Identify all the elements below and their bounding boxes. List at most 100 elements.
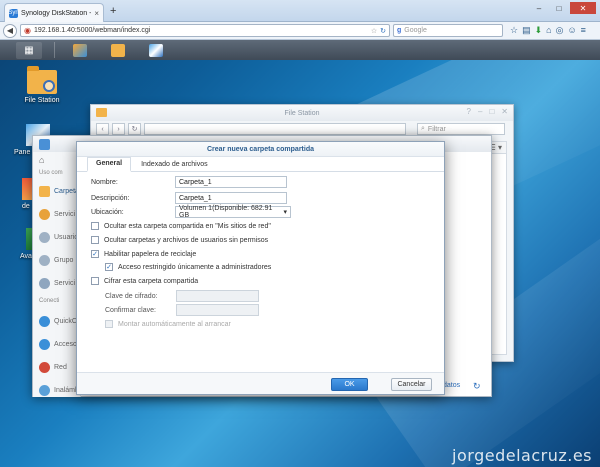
encrypt-row[interactable]: Cifrar esta carpeta compartida (91, 277, 198, 285)
recycle-bin-checkbox[interactable]: ✓ (91, 250, 99, 258)
folder-icon (96, 108, 107, 117)
desktop-icon-file-station[interactable]: File Station (20, 66, 64, 104)
close-icon[interactable]: ✕ (501, 107, 508, 116)
dialog-footer: OK Cancelar (77, 372, 444, 394)
auto-mount-checkbox[interactable] (105, 320, 113, 328)
search-placeholder: Google (404, 27, 427, 34)
watermark: jorgedelacruz.es (452, 446, 592, 465)
main-menu-grid-icon[interactable]: ▦ (16, 41, 42, 59)
encrypt-label: Cifrar esta carpeta compartida (104, 277, 199, 285)
control-panel-sidebar: ⌂ Uso com Carpeta Servici Usuario Grupo … (33, 152, 90, 397)
folder-icon (39, 186, 50, 197)
window-controls: – □ ✕ (530, 2, 596, 14)
tab-title: Synology DiskStation - DiskSta... (21, 9, 92, 17)
hide-network-label: Ocultar esta carpeta compartida en "Mis … (104, 222, 271, 230)
sidebar-item-group[interactable]: Grupo (39, 255, 73, 266)
tab-close-icon[interactable]: × (94, 9, 99, 18)
tab-general[interactable]: General (87, 157, 132, 172)
sidebar-item-quickconnect[interactable]: QuickC (39, 316, 77, 327)
create-shared-folder-dialog: Crear nueva carpeta compartida General I… (76, 141, 445, 395)
encryption-key-input[interactable] (176, 290, 259, 302)
sync-icon[interactable]: ☺ (567, 25, 576, 36)
location-select[interactable]: Volumen 1(Disponible: 682.91 GB ▾ (175, 205, 291, 219)
taskbar-separator (54, 42, 55, 58)
sidebar-item-file-services[interactable]: Servici (39, 209, 75, 220)
desktop-icon-label: Pane (14, 149, 31, 156)
confirm-key-label: Confirmar clave: (105, 306, 156, 314)
admin-only-row[interactable]: ✓ Acceso restringido únicamente a admini… (105, 263, 271, 271)
home-icon[interactable]: ⌂ (546, 25, 551, 36)
network-icon (39, 362, 50, 373)
hide-network-checkbox[interactable] (91, 222, 99, 230)
minimize-button[interactable]: – (530, 2, 548, 14)
hide-network-row[interactable]: Ocultar esta carpeta compartida en "Mis … (91, 222, 271, 230)
url-bar[interactable]: ◉ 192.168.1.40:5000/webman/index.cgi ☆ ↻ (20, 24, 390, 37)
wifi-icon (39, 385, 50, 396)
maximize-button[interactable]: □ (550, 2, 568, 14)
encryption-key-label: Clave de cifrado: (105, 292, 158, 300)
new-tab-button[interactable]: + (110, 5, 116, 17)
admin-only-checkbox[interactable]: ✓ (105, 263, 113, 271)
hide-files-checkbox[interactable] (91, 236, 99, 244)
desktop-icon-label: File Station (24, 97, 60, 104)
path-input[interactable] (144, 123, 406, 135)
help-icon[interactable]: ? (467, 107, 471, 116)
search-bar[interactable]: g Google (393, 24, 503, 37)
maximize-icon[interactable]: □ (489, 107, 494, 116)
library-icon[interactable]: ▤ (522, 25, 531, 36)
home-icon[interactable]: ⌂ (39, 155, 44, 165)
description-input[interactable]: Carpeta_1 (175, 192, 287, 204)
refresh-button[interactable]: ↻ (128, 123, 141, 135)
hide-files-row[interactable]: Ocultar carpetas y archivos de usuarios … (91, 236, 268, 244)
tab-file-indexing[interactable]: Indexado de archivos (133, 159, 216, 171)
reload-icon[interactable]: ↻ (380, 27, 386, 35)
auto-mount-row[interactable]: Montar automáticamente al arrancar (105, 320, 231, 328)
sidebar-item-user[interactable]: Usuario (39, 232, 78, 243)
dialog-title: Crear nueva carpeta compartida (77, 142, 444, 157)
recycle-bin-row[interactable]: ✓ Habilitar papelera de reciclaje (91, 250, 196, 258)
bookmarks-icon[interactable]: ☆ (510, 25, 518, 36)
description-row: Descripción: Carpeta_1 (91, 192, 287, 204)
minimize-icon[interactable]: – (478, 107, 482, 116)
forward-button[interactable]: › (112, 123, 125, 135)
encrypt-checkbox[interactable] (91, 277, 99, 285)
back-button[interactable]: ‹ (96, 123, 109, 135)
sidebar-item-directory-service[interactable]: Servici (39, 278, 75, 289)
sidebar-section-label: Conecti (39, 298, 60, 304)
url-text[interactable]: 192.168.1.40:5000/webman/index.cgi (34, 27, 368, 34)
filter-input[interactable]: ⌕ Filtrar (417, 123, 505, 135)
name-input[interactable]: Carpeta_1 (175, 176, 287, 188)
sidebar-item-external-access[interactable]: Acceso (39, 339, 77, 350)
taskbar-app-control-panel[interactable] (143, 42, 169, 59)
dsm-taskbar: ▦ (0, 40, 600, 60)
ok-button[interactable]: OK (331, 378, 368, 391)
file-station-titlebar[interactable]: File Station ? – □ ✕ (91, 105, 513, 121)
browser-tab[interactable]: Syn Synology DiskStation - DiskSta... × (4, 3, 104, 22)
google-search-icon: g (397, 27, 402, 34)
description-label: Descripción: (91, 194, 130, 202)
menu-icon[interactable]: ≡ (581, 25, 586, 36)
recycle-bin-label: Habilitar papelera de reciclaje (104, 250, 197, 258)
desktop-icon-label: Ava (20, 253, 32, 260)
sidebar-section-label: Uso com (39, 170, 63, 176)
confirm-key-input[interactable] (176, 304, 259, 316)
sidebar-item-shared-folder[interactable]: Carpeta (39, 186, 79, 197)
addon-icon[interactable]: ◎ (556, 25, 564, 36)
back-button[interactable]: ◀ (3, 23, 17, 38)
bookmark-star-icon[interactable]: ☆ (371, 27, 377, 35)
close-window-button[interactable]: ✕ (570, 2, 596, 14)
bottom-link[interactable]: datos (443, 382, 460, 389)
synology-favicon-icon: Syn (8, 8, 19, 18)
admin-only-label: Acceso restringido únicamente a administ… (118, 263, 272, 271)
sidebar-item-network[interactable]: Red (39, 362, 67, 373)
auto-mount-label: Montar automáticamente al arrancar (118, 320, 231, 328)
taskbar-app-photo[interactable] (67, 42, 93, 59)
download-icon[interactable]: ⬇ (535, 25, 543, 36)
site-identity-icon[interactable]: ◉ (24, 26, 31, 35)
refresh-icon[interactable]: ↻ (473, 381, 481, 392)
taskbar-app-file-station[interactable] (105, 42, 131, 59)
browser-tab-strip: Syn Synology DiskStation - DiskSta... × … (0, 0, 600, 22)
services-icon (39, 209, 50, 220)
filter-placeholder: Filtrar (427, 125, 446, 133)
cancel-button[interactable]: Cancelar (391, 378, 432, 391)
